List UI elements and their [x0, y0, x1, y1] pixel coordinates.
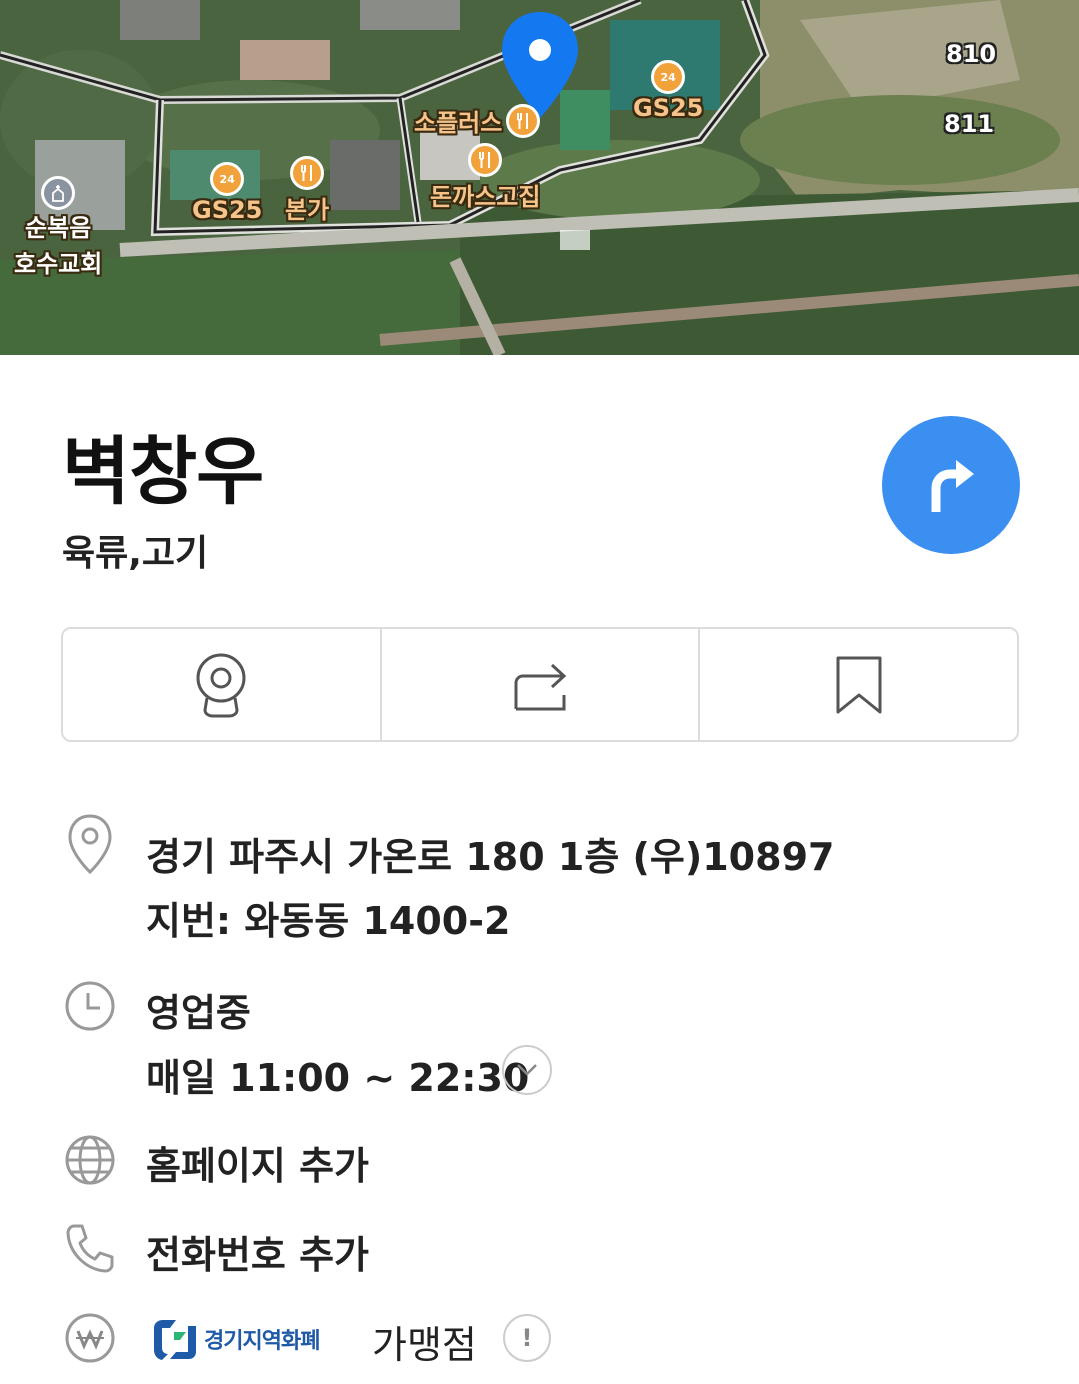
action-bar — [61, 627, 1019, 742]
poi-soplus[interactable]: 소플러스 — [414, 103, 541, 138]
poi-label: 본가 — [285, 196, 330, 224]
street-view-button[interactable] — [63, 629, 380, 740]
restaurant-icon — [290, 156, 325, 190]
info-notice-button[interactable]: ! — [503, 1314, 551, 1362]
directions-button[interactable] — [882, 416, 1020, 554]
merchant-label: 가맹점 — [372, 1323, 477, 1367]
turn-right-arrow-icon — [931, 460, 974, 512]
location-marker-icon — [64, 814, 116, 875]
poi-label: 순복음 호수교회 — [14, 214, 103, 278]
poi-label: 소플러스 — [414, 109, 503, 137]
restaurant-icon — [468, 143, 503, 177]
phone-icon — [64, 1222, 116, 1274]
address-text[interactable]: 경기 파주시 가온로 180 1층 (우)10897 — [146, 826, 834, 881]
share-button[interactable] — [379, 629, 699, 740]
poi-church[interactable]: 순복음 호수교회 — [14, 176, 102, 282]
place-category: 육류,고기 — [62, 533, 209, 574]
globe-icon — [64, 1134, 116, 1186]
street-view-icon — [196, 653, 246, 717]
road-number: 810 — [946, 40, 997, 68]
road-number: 811 — [944, 110, 995, 138]
open-status: 영업중 — [146, 991, 251, 1035]
convenience-store-icon: 24 — [651, 60, 686, 94]
poi-label: GS25 — [192, 196, 263, 224]
currency-icon — [64, 1312, 116, 1364]
hours-expand-button[interactable] — [502, 1045, 552, 1095]
poi-donkatsu[interactable]: 돈까스고집 — [430, 143, 540, 212]
poi-label: 돈까스고집 — [430, 183, 541, 211]
map-view[interactable]: 소플러스 24 GS25 돈까스고집 24 GS25 본가 순복음 호수교회 8… — [0, 0, 1079, 355]
gyeonggi-currency-logo: 경기지역화폐 — [152, 1318, 320, 1360]
gyeonggi-currency-logo-text: 경기지역화폐 — [204, 1329, 320, 1354]
bookmark-button[interactable] — [698, 629, 1017, 740]
gyeonggi-currency-logo-mark — [154, 1320, 196, 1360]
place-name: 벽창우 — [62, 429, 264, 515]
church-icon — [41, 176, 76, 210]
chevron-down-icon — [517, 1064, 537, 1076]
poi-label: GS25 — [633, 94, 704, 122]
bookmark-icon — [836, 656, 882, 713]
share-icon — [514, 663, 567, 710]
add-homepage-link[interactable]: 홈페이지 추가 — [146, 1135, 369, 1190]
clock-icon — [64, 980, 116, 1032]
poi-bonga[interactable]: 본가 — [285, 156, 329, 225]
restaurant-icon — [506, 103, 541, 138]
convenience-store-icon: 24 — [210, 162, 245, 196]
lot-address-text: 지번: 와동동 1400-2 — [146, 899, 511, 943]
add-phone-link[interactable]: 전화번호 추가 — [146, 1224, 369, 1279]
business-hours: 매일 11:00 ~ 22:30 — [146, 1056, 530, 1100]
poi-gs25-east[interactable]: 24 GS25 — [633, 60, 703, 122]
poi-gs25-west[interactable]: 24 GS25 — [192, 162, 262, 224]
